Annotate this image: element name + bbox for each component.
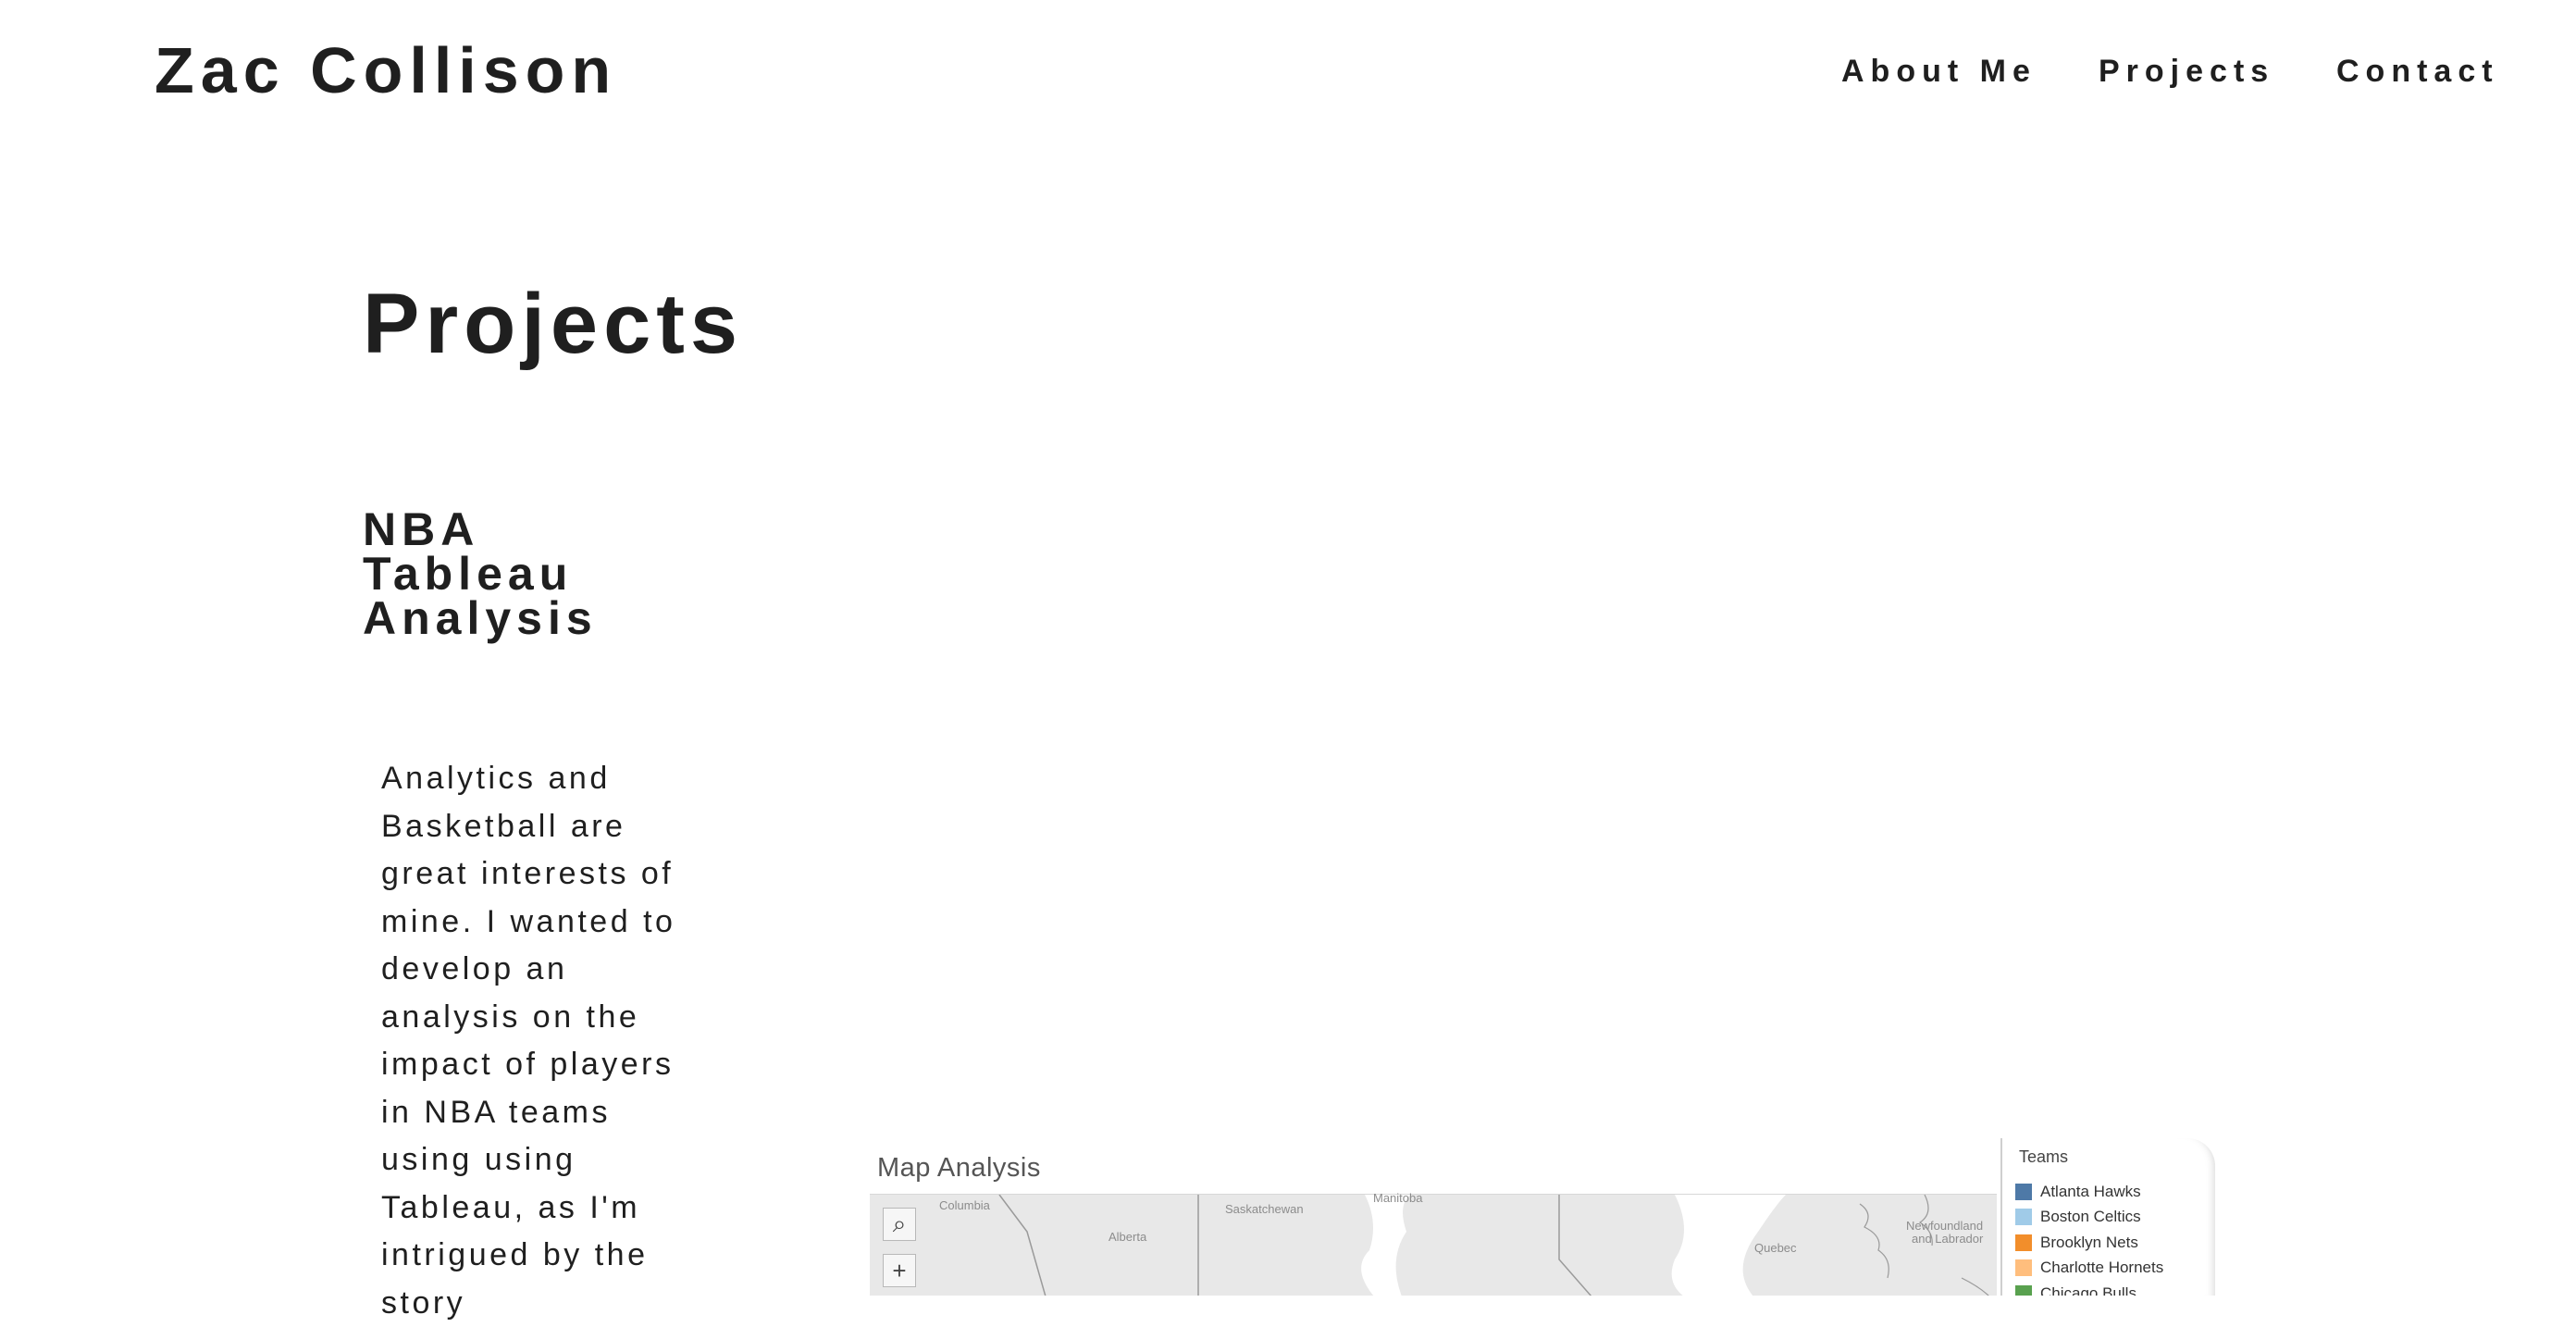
map-view[interactable]: Columbia Alberta Saskatchewan Manitoba Q… bbox=[870, 1191, 1997, 1296]
legend-item[interactable]: Chicago Bulls bbox=[2015, 1281, 2163, 1296]
team-legend: Teams Atlanta Hawks Boston Celtics Brook… bbox=[2000, 1138, 2215, 1296]
legend-swatch bbox=[2015, 1209, 2032, 1226]
map-label: and Labrador bbox=[1912, 1232, 1984, 1246]
legend-label: Chicago Bulls bbox=[2040, 1284, 2136, 1296]
legend-item[interactable]: Boston Celtics bbox=[2015, 1205, 2163, 1231]
legend-item[interactable]: Atlanta Hawks bbox=[2015, 1179, 2163, 1205]
map-label: Manitoba bbox=[1373, 1191, 1423, 1205]
page-title: Projects bbox=[363, 277, 744, 371]
legend-label: Brooklyn Nets bbox=[2040, 1233, 2138, 1251]
tableau-embed[interactable]: Map Analysis Columbia Alberta Saskatchew… bbox=[870, 1138, 2217, 1296]
map-label: Alberta bbox=[1108, 1230, 1147, 1244]
project-description: Analytics and Basketball are great inter… bbox=[381, 761, 676, 1321]
main-nav: About Me Projects Contact bbox=[0, 54, 2576, 95]
project-title: NBA Tableau Analysis bbox=[363, 503, 598, 644]
map-background bbox=[870, 1195, 1997, 1296]
nav-contact[interactable]: Contact bbox=[2336, 54, 2499, 90]
map-label: Newfoundland bbox=[1906, 1219, 1984, 1233]
nav-projects[interactable]: Projects bbox=[2099, 54, 2274, 90]
legend-list: Atlanta Hawks Boston Celtics Brooklyn Ne… bbox=[2015, 1179, 2163, 1296]
legend-title: Teams bbox=[2019, 1147, 2069, 1166]
legend-swatch bbox=[2015, 1284, 2032, 1296]
legend-label: Atlanta Hawks bbox=[2040, 1182, 2141, 1200]
search-icon[interactable]: ⌕ bbox=[883, 1208, 916, 1241]
viz-title: Map Analysis bbox=[877, 1153, 1041, 1183]
map-label: Quebec bbox=[1754, 1241, 1797, 1255]
legend-swatch bbox=[2015, 1183, 2032, 1200]
zoom-in-icon[interactable]: + bbox=[883, 1254, 916, 1287]
legend-label: Charlotte Hornets bbox=[2040, 1259, 2164, 1277]
legend-item[interactable]: Brooklyn Nets bbox=[2015, 1230, 2163, 1256]
legend-swatch bbox=[2015, 1234, 2032, 1251]
map-label: Columbia bbox=[939, 1198, 990, 1212]
map-label: Saskatchewan bbox=[1225, 1202, 1304, 1216]
legend-swatch bbox=[2015, 1259, 2032, 1277]
legend-label: Boston Celtics bbox=[2040, 1208, 2141, 1226]
legend-item[interactable]: Charlotte Hornets bbox=[2015, 1256, 2163, 1282]
nav-about-me[interactable]: About Me bbox=[1841, 54, 2037, 90]
